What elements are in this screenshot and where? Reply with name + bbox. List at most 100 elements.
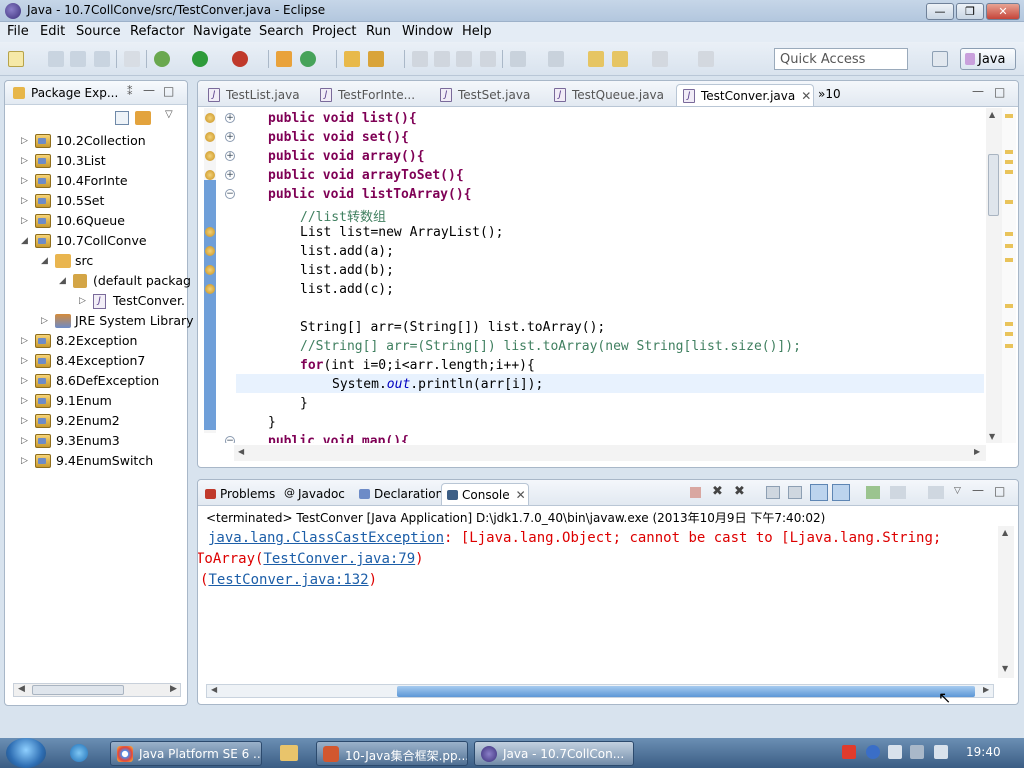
- expand-fold-icon[interactable]: +: [225, 132, 235, 142]
- clock[interactable]: 19:40: [966, 745, 1001, 759]
- open-console-icon[interactable]: [928, 486, 944, 499]
- maximize-console-icon[interactable]: □: [994, 484, 1005, 498]
- whitespace-icon[interactable]: [480, 51, 496, 67]
- collapse-fold-icon[interactable]: −: [225, 436, 235, 443]
- new-class-icon[interactable]: [300, 51, 316, 67]
- tab-problems[interactable]: Problems: [200, 483, 281, 505]
- search-icon[interactable]: [368, 51, 384, 67]
- exception-link[interactable]: java.lang.ClassCastException: [208, 530, 444, 546]
- link-with-editor-icon[interactable]: [135, 111, 151, 125]
- tab-javadoc[interactable]: @ Javadoc: [278, 483, 351, 505]
- minimize-button[interactable]: —: [926, 3, 954, 20]
- menu-run[interactable]: Run: [366, 24, 391, 39]
- task-powerpoint[interactable]: 10-Java集合框架.pp...: [316, 741, 468, 766]
- menu-window[interactable]: Window: [402, 24, 453, 39]
- forward-icon[interactable]: [652, 51, 668, 67]
- quick-access-input[interactable]: Quick Access: [774, 48, 908, 70]
- new-icon[interactable]: [8, 51, 24, 67]
- edit-icon[interactable]: [434, 51, 450, 67]
- expand-fold-icon[interactable]: +: [225, 113, 235, 123]
- close-tab-icon[interactable]: ✕: [801, 89, 811, 103]
- minimize-editor-icon[interactable]: —: [972, 84, 984, 98]
- new-java-project-icon[interactable]: [276, 51, 292, 67]
- task-chrome[interactable]: Java Platform SE 6 ...: [110, 741, 262, 766]
- tab-overflow[interactable]: »10: [818, 87, 841, 101]
- volume-icon[interactable]: [934, 745, 948, 759]
- code-editor[interactable]: + + + + − − public void list(){ public v…: [198, 108, 986, 443]
- last-edit-icon[interactable]: [588, 51, 604, 67]
- tab-declaration[interactable]: Declaration: [354, 483, 449, 505]
- display-console-icon[interactable]: [890, 486, 906, 499]
- network-icon[interactable]: [910, 745, 924, 759]
- next-annotation-icon[interactable]: [510, 51, 526, 67]
- start-button[interactable]: [6, 738, 46, 768]
- remove-launch-icon[interactable]: ✖: [712, 484, 723, 499]
- tab-testforinte[interactable]: J TestForInte...: [314, 84, 432, 106]
- expand-fold-icon[interactable]: +: [225, 170, 235, 180]
- back-icon[interactable]: [612, 51, 628, 67]
- console-hscroll-thumb[interactable]: [397, 686, 975, 697]
- package-explorer-tab[interactable]: Package Exp...: [31, 86, 118, 100]
- minimize-view-icon[interactable]: —: [143, 83, 155, 97]
- tray-arrows-icon[interactable]: [888, 745, 902, 759]
- previous-annotation-icon[interactable]: [548, 51, 564, 67]
- internet-explorer-icon[interactable]: [70, 744, 88, 762]
- menu-edit[interactable]: Edit: [40, 24, 65, 39]
- open-perspective-icon[interactable]: [932, 51, 948, 67]
- menu-file[interactable]: File: [7, 24, 29, 39]
- editor-vscrollbar[interactable]: ▲ ▼: [986, 108, 1002, 443]
- debug-icon[interactable]: [154, 51, 170, 67]
- run-icon[interactable]: [192, 51, 208, 67]
- view-menu-icon[interactable]: ⁑: [127, 85, 133, 98]
- scroll-lock-icon[interactable]: [788, 486, 802, 499]
- show-on-stderr-icon[interactable]: [832, 484, 850, 501]
- console-vscrollbar[interactable]: ▲ ▼: [998, 526, 1014, 678]
- java-perspective-button[interactable]: Java: [960, 48, 1016, 70]
- menu-navigate[interactable]: Navigate: [193, 24, 251, 39]
- skip-breakpoints-icon[interactable]: [124, 51, 140, 67]
- open-type-icon[interactable]: [344, 51, 360, 67]
- menu-project[interactable]: Project: [312, 24, 356, 39]
- tab-testset[interactable]: J TestSet.java: [434, 84, 546, 106]
- remove-all-icon[interactable]: ✖: [734, 484, 745, 499]
- view-menu-arrow-icon[interactable]: ▽: [165, 109, 173, 120]
- show-on-stdout-icon[interactable]: [810, 484, 828, 501]
- tab-testlist[interactable]: J TestList.java: [202, 84, 312, 106]
- stack-trace-link[interactable]: TestConver.java:132: [208, 572, 368, 588]
- clear-console-icon[interactable]: [766, 486, 780, 499]
- collapse-fold-icon[interactable]: −: [225, 189, 235, 199]
- close-tab-icon[interactable]: ✕: [516, 488, 526, 502]
- input-method-icon[interactable]: [842, 745, 856, 759]
- maximize-editor-icon[interactable]: □: [994, 85, 1005, 99]
- console-output[interactable]: java.lang.ClassCastException: [Ljava.lan…: [198, 526, 998, 680]
- menu-search[interactable]: Search: [259, 24, 304, 39]
- menu-refactor[interactable]: Refactor: [130, 24, 185, 39]
- block-icon[interactable]: [456, 51, 472, 67]
- help-icon[interactable]: [866, 745, 880, 759]
- pin-icon[interactable]: [698, 51, 714, 67]
- view-menu-icon[interactable]: ▽: [954, 486, 961, 496]
- save-icon[interactable]: [48, 51, 64, 67]
- stack-trace-link[interactable]: TestConver.java:79: [263, 551, 415, 567]
- explorer-icon[interactable]: [280, 745, 298, 761]
- toggle-mark-icon[interactable]: [412, 51, 428, 67]
- editor-hscrollbar[interactable]: ◀ ▶: [234, 445, 986, 461]
- console-hscrollbar[interactable]: ◀ ▶: [206, 684, 994, 698]
- menu-help[interactable]: Help: [462, 24, 492, 39]
- menu-source[interactable]: Source: [76, 24, 121, 39]
- maximize-view-icon[interactable]: □: [163, 84, 174, 98]
- expand-fold-icon[interactable]: +: [225, 151, 235, 161]
- tab-testconver[interactable]: J TestConver.java ✕: [676, 84, 814, 106]
- close-button[interactable]: ✕: [986, 3, 1020, 20]
- package-explorer-hscrollbar[interactable]: ◀ ▶: [13, 683, 181, 697]
- task-eclipse[interactable]: Java - 10.7CollCon...: [474, 741, 634, 766]
- tab-console[interactable]: Console ✕: [441, 483, 529, 505]
- tab-testqueue[interactable]: J TestQueue.java: [548, 84, 674, 106]
- collapse-all-icon[interactable]: [115, 111, 129, 125]
- maximize-button[interactable]: ❐: [956, 3, 984, 20]
- minimize-console-icon[interactable]: —: [972, 483, 984, 497]
- pin-console-icon[interactable]: [866, 486, 880, 499]
- overview-ruler[interactable]: [1002, 108, 1016, 443]
- external-tools-icon[interactable]: [232, 51, 248, 67]
- print-icon[interactable]: [94, 51, 110, 67]
